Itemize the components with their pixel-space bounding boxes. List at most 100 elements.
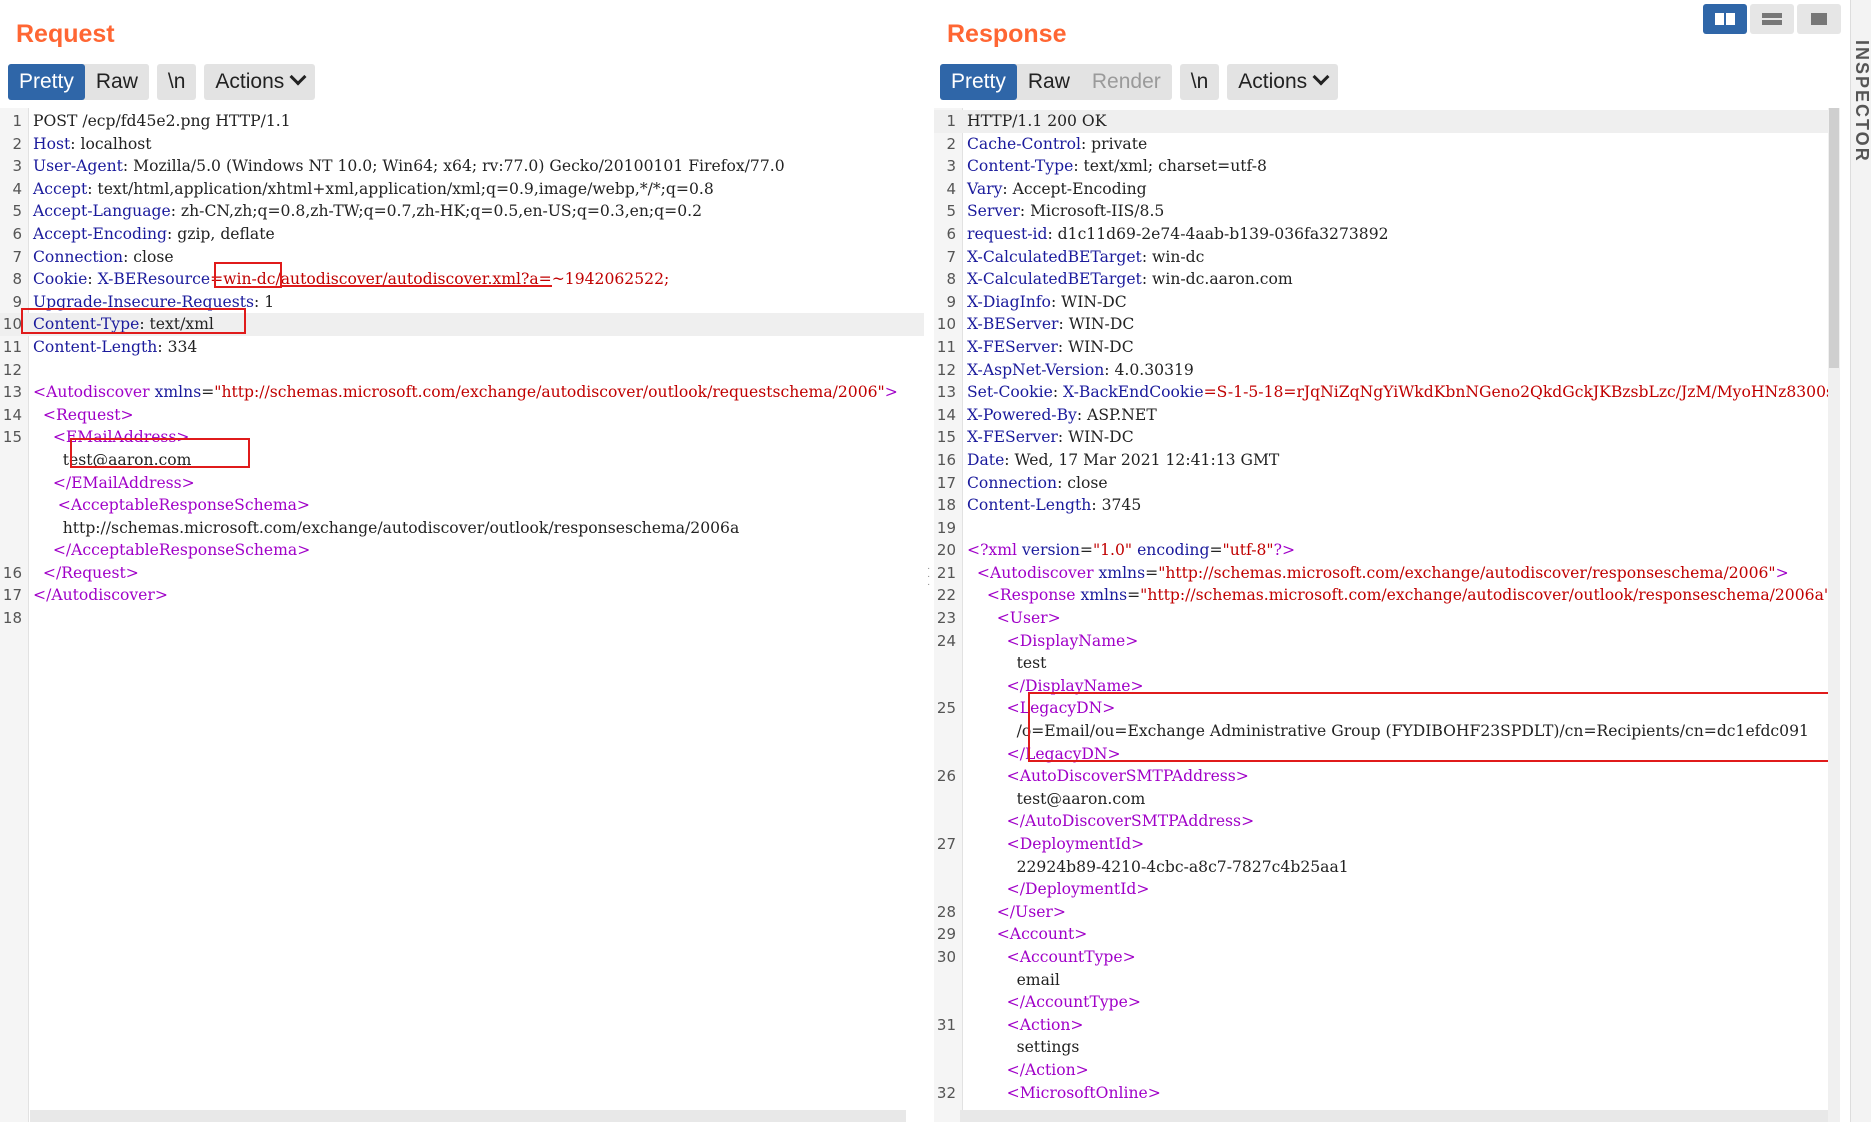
request-line: 3 User-Agent: Mozilla/5.0 (Windows NT 10.… <box>0 155 924 178</box>
line-number: 12 <box>2 360 22 379</box>
inspector-strip[interactable]: INSPECTOR <box>1850 0 1871 1122</box>
request-line: 9 Upgrade-Insecure-Requests: 1 <box>0 291 924 314</box>
response-editor[interactable]: 1 HTTP/1.1 200 OK 2 Cache-Control: private 3… <box>934 108 1840 1122</box>
code-token: : gzip, deflate <box>167 224 275 243</box>
chevron-down-icon <box>289 68 307 86</box>
line-number: 13 <box>936 383 956 402</box>
code-token: : zh-CN,zh;q=0.8,zh-TW;q=0.7,zh-HK;q=0.5… <box>170 202 703 221</box>
request-code: 1 POST /ecp/fd45e2.png HTTP/1.1 2 Host: loc… <box>0 110 924 630</box>
response-newline-toggle[interactable]: \n <box>1179 64 1220 100</box>
response-hscrollbar[interactable] <box>960 1110 1840 1122</box>
code-token: : Accept-Encoding <box>1002 179 1147 198</box>
code-token: : 3745 <box>1091 496 1142 515</box>
line-number: 30 <box>936 947 956 966</box>
line-code: </LegacyDN> <box>967 743 1121 766</box>
response-tab-pretty[interactable]: Pretty <box>940 64 1017 100</box>
line-code: <LegacyDN> <box>967 697 1116 720</box>
line-number: 2 <box>12 134 22 153</box>
code-token: <MicrosoftOnline> <box>967 1083 1161 1102</box>
line-code: Connection: close <box>967 472 1108 495</box>
code-token: settings <box>967 1038 1080 1057</box>
response-line: </DeploymentId> <box>934 878 1840 901</box>
request-tab-raw[interactable]: Raw <box>84 64 149 100</box>
request-tab-pretty[interactable]: Pretty <box>8 64 85 100</box>
code-token: <AcceptableResponseSchema> <box>33 496 311 515</box>
code-token: </DeploymentId> <box>967 880 1150 899</box>
code-token: "utf-8" <box>1222 541 1274 560</box>
code-token: X-FEServer <box>967 337 1058 356</box>
response-line: 32 <MicrosoftOnline> <box>934 1082 1840 1105</box>
response-line: 7 X-CalculatedBETarget: win-dc <box>934 246 1840 269</box>
code-token: : <box>87 270 98 289</box>
line-code: X-BEServer: WIN-DC <box>967 313 1134 336</box>
code-token: : 1 <box>254 292 275 311</box>
code-token: test@aaron.com <box>967 789 1146 808</box>
response-vscroll-thumb[interactable] <box>1829 108 1839 368</box>
line-code: </EMailAddress> <box>33 472 195 495</box>
line-code: </AccountType> <box>967 991 1141 1014</box>
line-number: 19 <box>936 518 956 537</box>
line-number: 7 <box>946 247 956 266</box>
response-line: </AccountType> <box>934 991 1840 1014</box>
code-token: = <box>1079 541 1093 560</box>
request-toolbar: Pretty Raw \n Actions <box>8 64 316 100</box>
code-token: </AccountType> <box>967 993 1141 1012</box>
request-line: 5 Accept-Language: zh-CN,zh;q=0.8,zh-TW;q… <box>0 200 924 223</box>
line-code: Cookie: X-BEResource=win-dc/autodiscover… <box>33 268 669 291</box>
line-code: Connection: close <box>33 246 174 269</box>
code-token: Content-Type <box>33 315 140 334</box>
code-token: X-BackEndCookie <box>1063 383 1204 402</box>
request-line: 10 Content-Type: text/xml <box>0 313 924 336</box>
line-number: 14 <box>936 405 956 424</box>
line-number: 21 <box>936 563 956 582</box>
line-number: 1 <box>12 112 22 130</box>
response-line: 4 Vary: Accept-Encoding <box>934 178 1840 201</box>
line-code: X-FEServer: WIN-DC <box>967 426 1134 449</box>
code-token: <EMailAddress> <box>33 428 190 447</box>
line-code: <Autodiscover xmlns="http://schemas.micr… <box>33 381 898 404</box>
code-token: POST /ecp/fd45e2.png HTTP/1.1 <box>33 112 291 130</box>
line-code: <AcceptableResponseSchema> <box>33 494 310 517</box>
line-code: <User> <box>967 607 1061 630</box>
layout-side-by-side-icon[interactable] <box>1703 4 1747 34</box>
line-code: <Request> <box>33 404 134 427</box>
pane-divider[interactable]: · · · <box>924 0 934 1122</box>
line-code: <?xml version="1.0" encoding="utf-8"?> <box>967 539 1295 562</box>
code-token: Server <box>967 202 1020 221</box>
request-newline-toggle[interactable]: \n <box>156 64 197 100</box>
layout-single-icon[interactable] <box>1797 4 1841 34</box>
layout-stacked-icon[interactable] <box>1750 4 1794 34</box>
line-number: 6 <box>946 224 956 243</box>
request-hscrollbar[interactable] <box>30 1110 906 1122</box>
response-line: 23 <User> <box>934 607 1840 630</box>
response-tab-render[interactable]: Render <box>1080 64 1172 100</box>
line-code: 22924b89-4210-4cbc-a8c7-7827c4b25aa1 <box>967 856 1349 879</box>
code-token: <User> <box>967 609 1061 628</box>
code-token: X-AspNet-Version <box>967 360 1105 379</box>
response-actions-button[interactable]: Actions <box>1227 64 1339 100</box>
request-editor[interactable]: 1 POST /ecp/fd45e2.png HTTP/1.1 2 Host: loc… <box>0 108 924 1122</box>
code-token: =S-1-5-18=rJqNiZqNgYiWkdKbnNGeno2QkdGckJ… <box>1203 383 1840 402</box>
request-actions-button[interactable]: Actions <box>204 64 316 100</box>
code-token: X-CalculatedBETarget <box>967 270 1142 289</box>
line-code: Cache-Control: private <box>967 133 1147 156</box>
code-token: X-Powered-By <box>967 405 1077 424</box>
response-tab-raw[interactable]: Raw <box>1016 64 1081 100</box>
line-number: 7 <box>12 247 22 266</box>
code-token: : WIN-DC <box>1050 292 1127 311</box>
layout-switcher <box>1703 4 1841 34</box>
response-vscrollbar[interactable] <box>1828 108 1840 1122</box>
line-number: 20 <box>936 541 956 560</box>
response-line: 14 X-Powered-By: ASP.NET <box>934 404 1840 427</box>
code-token: = <box>201 383 215 402</box>
code-token: = <box>1127 586 1141 605</box>
response-line: test@aaron.com <box>934 788 1840 811</box>
code-token: "1.0" <box>1092 541 1133 560</box>
code-token: Connection <box>967 473 1058 492</box>
code-token: "http://schemas.microsoft.com/exchange/a… <box>214 383 885 402</box>
line-code: <Response xmlns="http://schemas.microsof… <box>967 584 1840 607</box>
code-token: encoding <box>1132 541 1210 560</box>
code-token: version <box>1021 541 1080 560</box>
response-line: 1 HTTP/1.1 200 OK <box>934 110 1840 133</box>
line-code: test@aaron.com <box>33 449 192 472</box>
